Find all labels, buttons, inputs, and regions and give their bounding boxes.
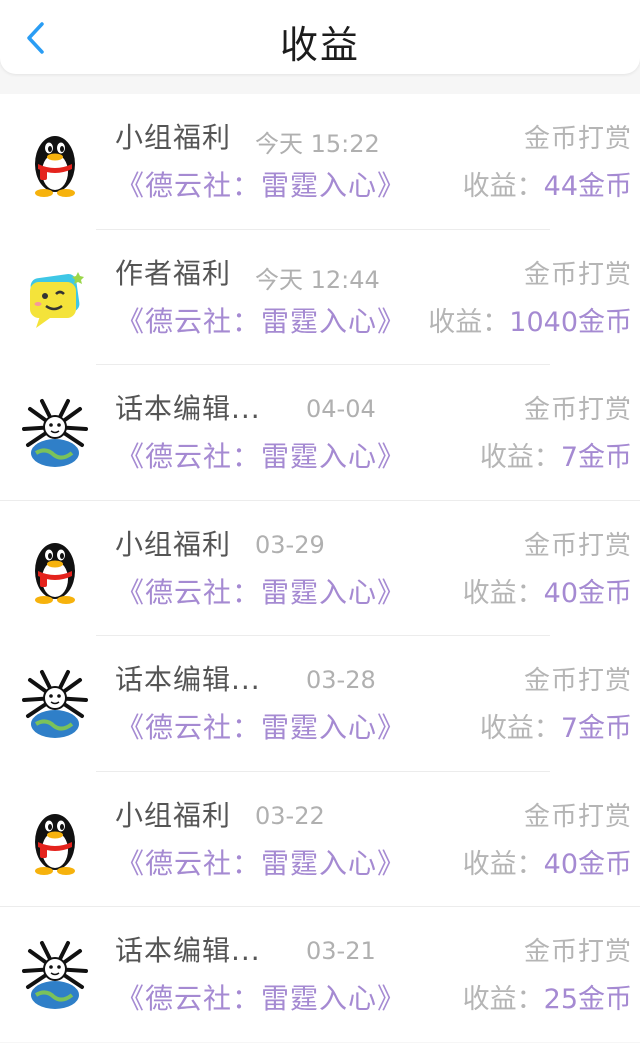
reward-type-label: 金币打赏 — [523, 801, 632, 832]
reward-type-label: 金币打赏 — [523, 259, 632, 290]
reward-type-label: 金币打赏 — [523, 124, 632, 154]
income-row[interactable]: 话本编辑... 04-04 金币打赏 《德云社：雷霆入心》 收益：7金币 — [0, 365, 640, 501]
timestamp: 04-04 — [306, 395, 376, 423]
income-row[interactable]: 小组福利 03-22 金币打赏 《德云社：雷霆入心》 收益：40金币 — [0, 772, 640, 907]
timestamp: 今天 12:44 — [255, 265, 380, 294]
work-title-link[interactable]: 《德云社：雷霆入心》 — [116, 706, 406, 746]
coin-amount: 7金币 — [560, 442, 632, 473]
income-row[interactable]: 小组福利 03-29 金币打赏 《德云社：雷霆入心》 收益：40金币 — [0, 501, 640, 636]
coin-amount: 7金币 — [560, 713, 632, 744]
reward-type-label: 金币打赏 — [523, 666, 632, 696]
income-label: 收益： — [479, 442, 561, 473]
coin-amount: 1040金币 — [509, 306, 632, 338]
sender-name: 话本编辑... — [115, 663, 261, 696]
coin-amount: 44金币 — [543, 171, 632, 202]
timestamp: 03-28 — [306, 666, 376, 694]
income-label: 收益： — [462, 848, 544, 880]
income-row[interactable]: 小组福利 今天 15:22 金币打赏 《德云社：雷霆入心》 收益：44金币 — [0, 94, 640, 230]
coin-amount: 40金币 — [543, 848, 632, 880]
income-amount: 收益：40金币 — [463, 842, 632, 881]
timestamp: 今天 15:22 — [255, 130, 380, 158]
income-label: 收益： — [462, 577, 544, 609]
work-title-link[interactable]: 《德云社：雷霆入心》 — [116, 435, 406, 475]
globe-creature-avatar-icon — [22, 397, 88, 469]
coin-amount: 40金币 — [543, 577, 632, 609]
penguin-avatar-icon — [22, 126, 88, 198]
work-title-link[interactable]: 《德云社：雷霆入心》 — [116, 977, 406, 1017]
sender-name: 话本编辑... — [115, 934, 261, 967]
globe-creature-avatar-icon — [22, 939, 88, 1011]
sender-name: 作者福利 — [115, 256, 232, 290]
income-row[interactable]: 作者福利 今天 12:44 金币打赏 《德云社：雷霆入心》 收益：1040金币 — [0, 230, 640, 365]
work-title-link[interactable]: 《德云社：雷霆入心》 — [116, 571, 406, 611]
income-amount: 收益：7金币 — [480, 435, 632, 474]
reward-type-label: 金币打赏 — [523, 395, 632, 425]
sender-name: 小组福利 — [115, 527, 232, 561]
income-label: 收益： — [479, 713, 561, 744]
income-row[interactable]: 话本编辑... 03-28 金币打赏 《德云社：雷霆入心》 收益：7金币 — [0, 636, 640, 772]
work-title-link[interactable]: 《德云社：雷霆入心》 — [116, 164, 406, 204]
sender-name: 话本编辑... — [115, 392, 261, 425]
income-label: 收益： — [428, 306, 510, 338]
income-amount: 收益：44金币 — [463, 164, 632, 203]
top-bar: 收益 — [0, 0, 640, 74]
work-title-link[interactable]: 《德云社：雷霆入心》 — [116, 842, 406, 882]
page-title: 收益 — [279, 23, 360, 67]
reward-type-label: 金币打赏 — [523, 530, 632, 561]
penguin-avatar-icon — [22, 804, 88, 876]
income-amount: 收益：25金币 — [463, 977, 632, 1016]
income-amount: 收益：7金币 — [480, 706, 632, 745]
timestamp: 03-22 — [255, 801, 325, 830]
sender-name: 小组福利 — [115, 798, 232, 832]
coin-amount: 25金币 — [543, 984, 632, 1015]
income-amount: 收益：40金币 — [463, 571, 632, 610]
timestamp: 03-21 — [306, 937, 376, 965]
penguin-avatar-icon — [22, 533, 88, 605]
globe-creature-avatar-icon — [22, 668, 88, 740]
timestamp: 03-29 — [255, 530, 325, 559]
work-title-link[interactable]: 《德云社：雷霆入心》 — [116, 300, 406, 340]
income-amount: 收益：1040金币 — [428, 300, 632, 339]
reward-type-label: 金币打赏 — [523, 937, 632, 967]
income-label: 收益： — [462, 984, 544, 1015]
income-row[interactable]: 话本编辑... 03-21 金币打赏 《德云社：雷霆入心》 收益：25金币 — [0, 907, 640, 1043]
chat-bubble-avatar-icon — [22, 262, 88, 334]
income-list: 小组福利 今天 15:22 金币打赏 《德云社：雷霆入心》 收益：44金币 作者… — [0, 94, 640, 1042]
sender-name: 小组福利 — [115, 121, 232, 154]
income-label: 收益： — [462, 171, 544, 202]
